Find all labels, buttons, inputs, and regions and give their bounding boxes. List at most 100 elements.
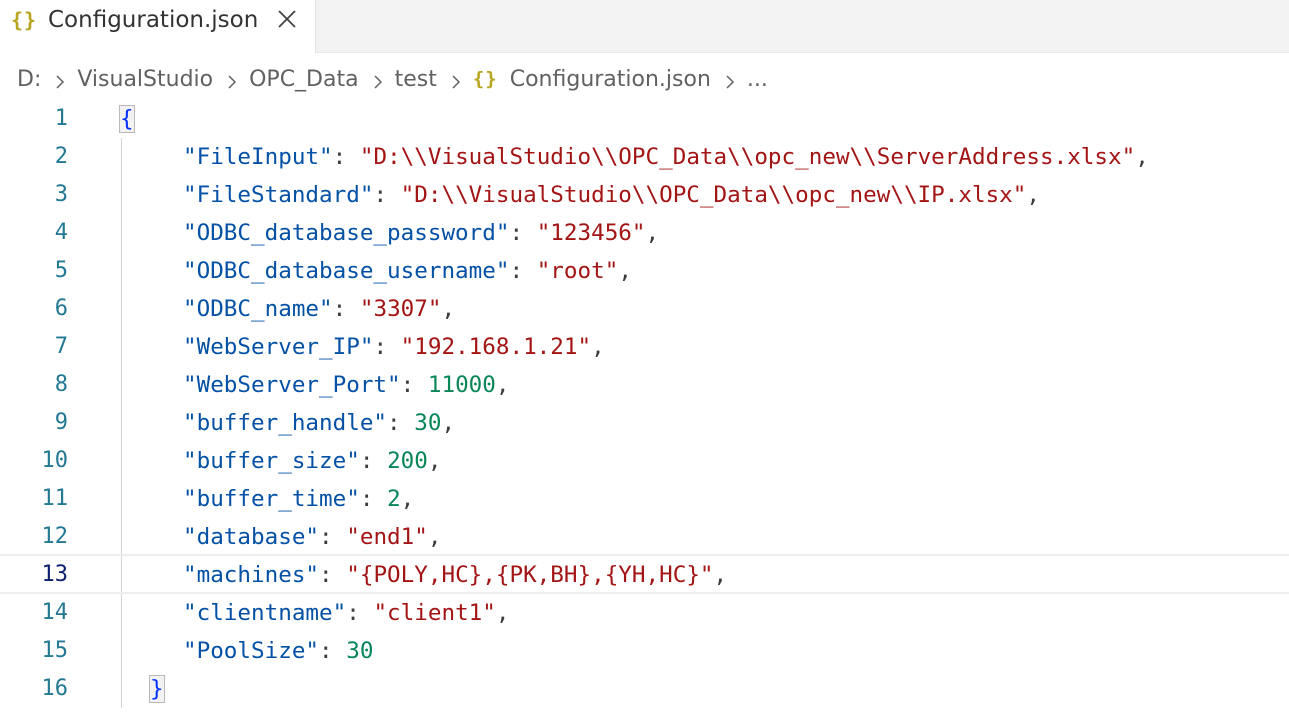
- json-string-value: "root": [536, 258, 619, 284]
- json-file-icon: {}: [11, 8, 38, 32]
- json-comma: ,: [427, 448, 442, 474]
- json-colon: :: [359, 486, 388, 512]
- code-text: "buffer_size": 200,: [183, 442, 441, 480]
- json-key: "machines": [183, 562, 320, 588]
- tab-label: Configuration.json: [48, 7, 259, 33]
- code-line[interactable]: 12 "database": "end1",: [0, 518, 1289, 556]
- open-brace: {: [119, 105, 135, 133]
- json-key: "buffer_time": [183, 486, 360, 512]
- chevron-right-icon: [225, 71, 239, 89]
- json-comma: ,: [427, 524, 442, 550]
- json-colon: :: [400, 372, 428, 398]
- code-line[interactable]: 1 {: [0, 100, 1289, 138]
- breadcrumb-item-drive[interactable]: D:: [17, 67, 41, 92]
- line-number: 9: [54, 410, 68, 435]
- json-key: "WebServer_IP": [183, 334, 374, 360]
- code-text: {: [119, 100, 135, 138]
- code-text: "FileStandard": "D:\\VisualStudio\\OPC_D…: [183, 176, 1040, 214]
- code-line[interactable]: 9 "buffer_handle": 30,: [0, 404, 1289, 442]
- json-comma: ,: [1135, 144, 1149, 170]
- line-number: 3: [54, 182, 68, 207]
- code-line-current[interactable]: 13 "machines": "{POLY,HC},{PK,BH},{YH,HC…: [0, 554, 1289, 594]
- code-line[interactable]: 3 "FileStandard": "D:\\VisualStudio\\OPC…: [0, 176, 1289, 214]
- json-comma: ,: [441, 410, 456, 436]
- json-comma: ,: [618, 258, 632, 284]
- code-line[interactable]: 14 "clientname": "client1",: [0, 594, 1289, 632]
- line-number: 13: [41, 562, 69, 587]
- json-key: "FileInput": [183, 144, 333, 170]
- breadcrumb-item-file[interactable]: Configuration.json: [510, 67, 711, 92]
- json-colon: :: [373, 182, 401, 208]
- code-text: "WebServer_Port": 11000,: [183, 366, 510, 404]
- code-text: "buffer_time": 2,: [183, 480, 414, 518]
- tab-configuration-json[interactable]: {} Configuration.json: [0, 0, 316, 53]
- code-line[interactable]: 8 "WebServer_Port": 11000,: [0, 366, 1289, 404]
- code-editor[interactable]: 1 { 2 "FileInput": "D:\\VisualStudio\\OP…: [0, 100, 1289, 715]
- json-string-value: "192.168.1.21": [400, 334, 592, 360]
- code-text: "database": "end1",: [183, 518, 441, 556]
- json-string-value: "client1": [373, 600, 496, 626]
- breadcrumb-ellipsis[interactable]: ...: [747, 67, 768, 92]
- code-line[interactable]: 11 "buffer_time": 2,: [0, 480, 1289, 518]
- json-string-value: "123456": [536, 220, 646, 246]
- line-number: 2: [54, 144, 68, 169]
- breadcrumb-item-test[interactable]: test: [395, 67, 437, 92]
- json-colon: :: [346, 600, 374, 626]
- breadcrumb-item-opc-data[interactable]: OPC_Data: [249, 67, 358, 92]
- code-line[interactable]: 2 "FileInput": "D:\\VisualStudio\\OPC_Da…: [0, 138, 1289, 176]
- json-comma: ,: [400, 486, 415, 512]
- close-icon[interactable]: [275, 7, 299, 31]
- code-line[interactable]: 16 }: [0, 670, 1289, 708]
- json-colon: :: [332, 296, 360, 322]
- json-key: "ODBC_name": [183, 296, 333, 322]
- line-number: 16: [41, 676, 69, 701]
- line-number: 6: [54, 296, 68, 321]
- json-colon: :: [319, 524, 347, 550]
- code-text: "FileInput": "D:\\VisualStudio\\OPC_Data…: [183, 138, 1149, 176]
- json-comma: ,: [645, 220, 660, 246]
- chevron-right-icon: [371, 71, 385, 89]
- json-string-value: "end1": [346, 524, 428, 550]
- json-comma: ,: [1026, 182, 1040, 208]
- code-text: }: [149, 670, 165, 708]
- chevron-right-icon: [53, 71, 67, 89]
- code-line[interactable]: 7 "WebServer_IP": "192.168.1.21",: [0, 328, 1289, 366]
- json-string-value: "D:\\VisualStudio\\OPC_Data\\opc_new\\IP…: [400, 182, 1027, 208]
- json-colon: :: [359, 448, 388, 474]
- breadcrumb-item-visualstudio[interactable]: VisualStudio: [77, 67, 213, 92]
- line-number: 7: [54, 334, 68, 359]
- json-colon: :: [387, 410, 415, 436]
- json-comma: ,: [495, 372, 510, 398]
- breadcrumb: D: VisualStudio OPC_Data test {} Configu…: [17, 64, 768, 94]
- code-text: "ODBC_database_password": "123456",: [183, 214, 659, 252]
- chevron-right-icon: [449, 71, 463, 89]
- code-text: "PoolSize": 30: [183, 632, 373, 670]
- json-number-value: 11000: [427, 372, 496, 398]
- json-string-value: "{POLY,HC},{PK,BH},{YH,HC}": [346, 562, 714, 588]
- code-line[interactable]: 5 "ODBC_database_username": "root",: [0, 252, 1289, 290]
- code-line[interactable]: 6 "ODBC_name": "3307",: [0, 290, 1289, 328]
- json-colon: :: [319, 638, 347, 664]
- chevron-right-icon: [723, 71, 737, 89]
- json-colon: :: [509, 220, 537, 246]
- json-number-value: 30: [346, 638, 374, 664]
- json-colon: :: [319, 562, 347, 588]
- code-line[interactable]: 4 "ODBC_database_password": "123456",: [0, 214, 1289, 252]
- code-text: "WebServer_IP": "192.168.1.21",: [183, 328, 605, 366]
- json-number-value: 2: [387, 486, 401, 512]
- json-key: "database": [183, 524, 320, 550]
- code-text: "buffer_handle": 30,: [183, 404, 455, 442]
- line-number: 4: [54, 220, 68, 245]
- json-string-value: "3307": [359, 296, 442, 322]
- json-key: "ODBC_database_password": [183, 220, 510, 246]
- json-key: "ODBC_database_username": [183, 258, 510, 284]
- close-brace: }: [149, 675, 165, 703]
- json-key: "clientname": [183, 600, 347, 626]
- line-number: 1: [54, 106, 68, 131]
- json-comma: ,: [591, 334, 605, 360]
- code-line[interactable]: 15 "PoolSize": 30: [0, 632, 1289, 670]
- json-colon: :: [373, 334, 401, 360]
- code-line[interactable]: 10 "buffer_size": 200,: [0, 442, 1289, 480]
- line-number: 5: [54, 258, 68, 283]
- json-key: "buffer_handle": [183, 410, 388, 436]
